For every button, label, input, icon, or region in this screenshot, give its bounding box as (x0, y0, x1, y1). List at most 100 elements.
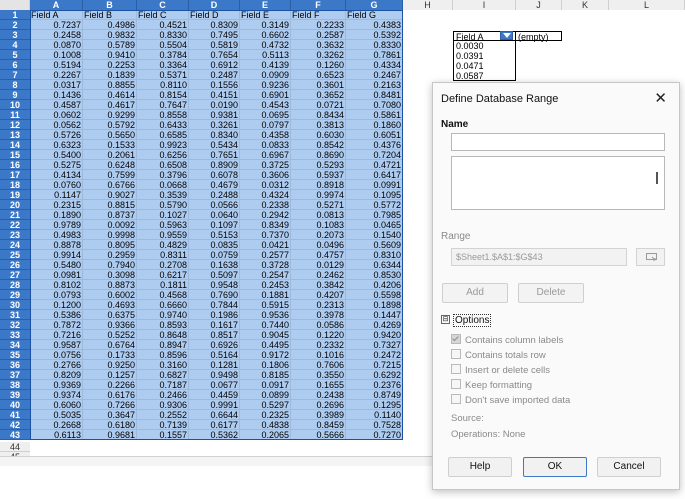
data-cell[interactable]: 0.4206 (346, 280, 403, 290)
data-cell[interactable]: 0.9306 (137, 400, 189, 410)
data-cell[interactable]: 0.8102 (30, 280, 83, 290)
data-cell[interactable]: 0.5164 (189, 350, 240, 360)
header-cell[interactable]: Field E (240, 10, 291, 20)
data-cell[interactable]: 0.5789 (83, 40, 137, 50)
data-cell[interactable]: 0.8878 (30, 240, 83, 250)
data-cell[interactable]: 0.0981 (30, 270, 83, 280)
data-cell[interactable]: 0.8947 (137, 340, 189, 350)
cancel-button[interactable]: Cancel (597, 457, 661, 477)
row-header-44[interactable]: 44 (0, 442, 30, 452)
data-cell[interactable]: 0.6764 (83, 340, 137, 350)
data-cell[interactable]: 0.6344 (346, 260, 403, 270)
data-cell[interactable]: 0.7872 (30, 320, 83, 330)
data-cell[interactable]: 0.5792 (83, 120, 137, 130)
data-cell[interactable]: 0.6926 (189, 340, 240, 350)
row-header-32[interactable]: 32 (0, 320, 30, 330)
data-cell[interactable]: 0.1540 (346, 230, 403, 240)
data-cell[interactable]: 0.2073 (291, 230, 346, 240)
data-cell[interactable]: 0.5650 (83, 130, 137, 140)
row-header-3[interactable]: 3 (0, 30, 30, 40)
data-cell[interactable]: 0.0835 (189, 240, 240, 250)
data-cell[interactable]: 0.9548 (189, 280, 240, 290)
data-cell[interactable]: 0.6901 (240, 90, 291, 100)
data-cell[interactable]: 0.1638 (189, 260, 240, 270)
data-cell[interactable]: 0.3784 (137, 50, 189, 60)
data-cell[interactable]: 0.6417 (346, 170, 403, 180)
data-cell[interactable]: 0.7370 (240, 230, 291, 240)
data-cell[interactable]: 0.9045 (240, 330, 291, 340)
data-cell[interactable]: 0.3652 (291, 90, 346, 100)
data-cell[interactable]: 0.1220 (291, 330, 346, 340)
data-cell[interactable]: 0.8310 (346, 250, 403, 260)
data-cell[interactable]: 0.3606 (240, 170, 291, 180)
data-cell[interactable]: 0.1860 (346, 120, 403, 130)
data-cell[interactable]: 0.2065 (240, 430, 291, 440)
data-cell[interactable]: 0.8593 (137, 320, 189, 330)
data-cell[interactable]: 0.4568 (137, 290, 189, 300)
data-cell[interactable]: 0.6585 (137, 130, 189, 140)
row-header-17[interactable]: 17 (0, 170, 30, 180)
data-cell[interactable]: 0.4139 (240, 60, 291, 70)
data-cell[interactable]: 0.9740 (137, 310, 189, 320)
data-cell[interactable]: 0.8209 (30, 370, 83, 380)
data-cell[interactable]: 0.8855 (83, 80, 137, 90)
data-cell[interactable]: 0.9374 (30, 390, 83, 400)
data-cell[interactable]: 0.6602 (240, 30, 291, 40)
data-cell[interactable]: 0.2313 (291, 300, 346, 310)
data-cell[interactable]: 0.8517 (189, 330, 240, 340)
row-header-28[interactable]: 28 (0, 280, 30, 290)
data-cell[interactable]: 0.6180 (83, 420, 137, 430)
data-cell[interactable]: 0.4521 (137, 20, 189, 30)
data-cell[interactable]: 0.6766 (83, 180, 137, 190)
data-cell[interactable]: 0.5598 (346, 290, 403, 300)
data-cell[interactable]: 0.7139 (137, 420, 189, 430)
option-0[interactable]: Contains column labels (451, 334, 563, 347)
filter-dropdown-button[interactable] (500, 31, 513, 40)
data-cell[interactable]: 0.5386 (30, 310, 83, 320)
row-header-25[interactable]: 25 (0, 250, 30, 260)
range-input[interactable]: $Sheet1.$A$1:$G$43 (451, 248, 627, 266)
data-cell[interactable]: 0.0421 (240, 240, 291, 250)
data-cell[interactable]: 0.6002 (83, 290, 137, 300)
data-cell[interactable]: 0.0899 (240, 390, 291, 400)
option-3[interactable]: Keep formatting (451, 379, 532, 392)
column-header-b[interactable]: B (83, 0, 137, 10)
data-cell[interactable]: 0.1027 (137, 210, 189, 220)
data-cell[interactable]: 0.2325 (240, 410, 291, 420)
row-header-43[interactable]: 43 (0, 430, 30, 440)
data-cell[interactable]: 0.7440 (240, 320, 291, 330)
data-cell[interactable]: 0.0190 (189, 100, 240, 110)
data-cell[interactable]: 0.6217 (137, 270, 189, 280)
data-cell[interactable]: 0.2453 (240, 280, 291, 290)
data-cell[interactable]: 0.0917 (240, 380, 291, 390)
data-cell[interactable]: 0.4495 (240, 340, 291, 350)
data-cell[interactable]: 0.4358 (240, 130, 291, 140)
data-cell[interactable]: 0.4679 (189, 180, 240, 190)
data-cell[interactable]: 0.1811 (137, 280, 189, 290)
data-cell[interactable]: 0.5400 (30, 150, 83, 160)
data-cell[interactable]: 0.2266 (83, 380, 137, 390)
data-cell[interactable]: 0.2163 (346, 80, 403, 90)
data-cell[interactable]: 0.1898 (346, 300, 403, 310)
data-cell[interactable]: 0.4838 (240, 420, 291, 430)
data-cell[interactable]: 0.6248 (83, 160, 137, 170)
option-4[interactable]: Don't save imported data (451, 394, 570, 407)
data-cell[interactable]: 0.0129 (291, 260, 346, 270)
data-cell[interactable]: 0.8873 (83, 280, 137, 290)
data-cell[interactable]: 0.1881 (240, 290, 291, 300)
data-cell[interactable]: 0.1016 (291, 350, 346, 360)
data-cell[interactable]: 0.0797 (240, 120, 291, 130)
checkbox[interactable] (451, 334, 461, 345)
data-cell[interactable]: 0.3149 (240, 20, 291, 30)
row-header-27[interactable]: 27 (0, 270, 30, 280)
data-cell[interactable]: 0.8918 (291, 180, 346, 190)
data-cell[interactable]: 0.5861 (346, 110, 403, 120)
data-cell[interactable]: 0.2959 (83, 250, 137, 260)
data-cell[interactable]: 0.5609 (346, 240, 403, 250)
shrink-button[interactable] (636, 248, 665, 266)
data-cell[interactable]: 0.4617 (83, 100, 137, 110)
data-cell[interactable]: 0.4829 (137, 240, 189, 250)
ok-button[interactable]: OK (523, 457, 587, 477)
column-header-i[interactable]: I (453, 0, 516, 10)
data-cell[interactable]: 0.5035 (30, 410, 83, 420)
